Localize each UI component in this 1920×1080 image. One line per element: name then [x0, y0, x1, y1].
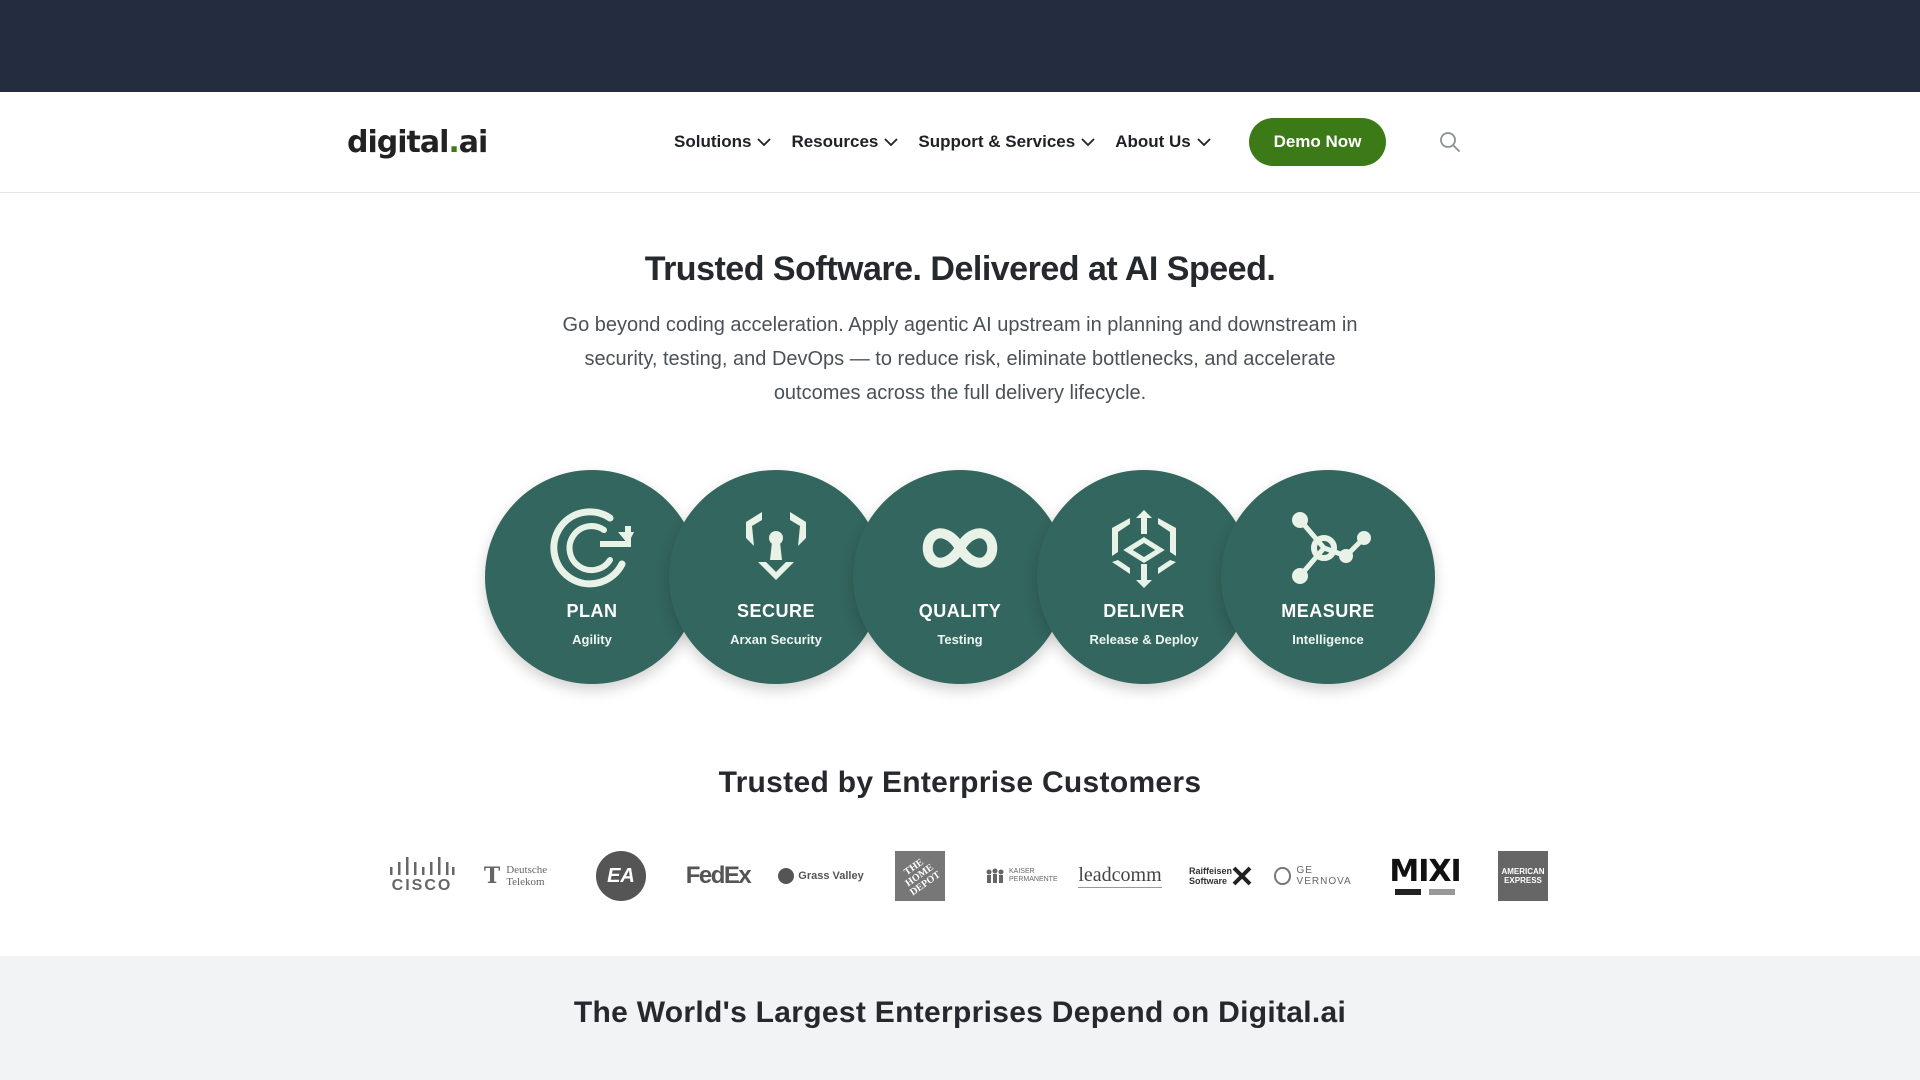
pillar-measure[interactable]: MEASURE Intelligence — [1221, 470, 1435, 684]
top-banner — [0, 0, 1920, 92]
chevron-down-icon — [757, 137, 772, 146]
kaiser-people-icon — [986, 868, 1004, 883]
nav-item-resources[interactable]: Resources — [791, 132, 899, 152]
fedex-logo: FedEx — [682, 846, 754, 906]
ge-vernova-logo: GE VERNOVA — [1274, 846, 1364, 906]
mixi-wordmark: MIXI — [1389, 854, 1461, 889]
nav-item-support-services[interactable]: Support & Services — [918, 132, 1095, 152]
mixi-logo: MIXI — [1382, 846, 1468, 906]
raiffeisen-logo: Raiffeisen Software — [1186, 846, 1256, 906]
grass-valley-logo: Grass Valley — [778, 846, 864, 906]
pillar-subtitle: Arxan Security — [730, 632, 822, 647]
grass-valley-wordmark: Grass Valley — [798, 870, 864, 882]
quality-icon — [922, 528, 998, 568]
nav-item-about-us[interactable]: About Us — [1115, 132, 1211, 152]
kaiser-permanente-logo: KAISER PERMANENTE — [984, 846, 1058, 906]
plan-icon — [550, 508, 634, 588]
pillar-title: MEASURE — [1281, 601, 1375, 621]
home-depot-badge: THE HOME DEPOT — [895, 851, 945, 901]
hero-subtitle: Go beyond coding acceleration. Apply age… — [562, 314, 1358, 404]
customers-title: Trusted by Enterprise Customers — [718, 766, 1202, 799]
logo-text-dot: . — [448, 125, 459, 160]
measure-icon — [1292, 512, 1371, 584]
american-express-logo: AMERICAN EXPRESS — [1496, 846, 1550, 906]
nav-item-label: About Us — [1115, 132, 1191, 151]
leadcomm-wordmark: leadcomm — [1078, 864, 1162, 888]
customer-logos: CISCO T Deutsche Telekom EA FedEx Grass … — [382, 846, 1550, 906]
pillar-title: QUALITY — [918, 601, 1002, 621]
cisco-logo: CISCO — [382, 846, 462, 906]
pillar-deliver[interactable]: DELIVER Release & Deploy — [1037, 470, 1251, 684]
pillar-plan[interactable]: PLAN Agility — [485, 470, 699, 684]
deliver-icon — [1112, 510, 1176, 588]
chevron-down-icon — [1197, 137, 1211, 146]
pillar-title: SECURE — [736, 601, 815, 621]
mixi-bars — [1395, 889, 1455, 895]
pillar-circles: PLAN Agility SECURE Arxan Security QUALI… — [485, 470, 1435, 684]
ea-badge: EA — [596, 851, 646, 901]
cisco-wordmark: CISCO — [391, 877, 453, 894]
amex-badge: AMERICAN EXPRESS — [1498, 851, 1548, 901]
ge-vernova-wordmark: GE VERNOVA — [1296, 865, 1352, 887]
demo-now-button[interactable]: Demo Now — [1249, 118, 1386, 166]
raiffeisen-wordmark: Raiffeisen Software — [1189, 866, 1233, 886]
pillar-title: PLAN — [566, 601, 618, 621]
telekom-wordmark: Deutsche Telekom — [506, 864, 548, 888]
enterprises-title: The World's Largest Enterprises Depend o… — [573, 996, 1347, 1029]
logo-text-ai: ai — [458, 125, 489, 160]
pillar-secure[interactable]: SECURE Arxan Security — [669, 470, 883, 684]
logo-text-main: digital — [347, 125, 449, 160]
leadcomm-logo: leadcomm — [1078, 846, 1162, 906]
home-depot-logo: THE HOME DEPOT — [894, 846, 946, 906]
fedex-wordmark: FedEx — [685, 862, 752, 889]
secure-icon — [746, 512, 806, 580]
pillar-quality[interactable]: QUALITY Testing — [853, 470, 1067, 684]
main-nav: Solutions Resources Support & Services A… — [674, 128, 1231, 156]
pillar-title: DELIVER — [1103, 601, 1185, 621]
pillar-subtitle: Agility — [572, 632, 612, 647]
kaiser-wordmark: KAISER PERMANENTE — [1009, 868, 1058, 883]
deutsche-telekom-logo: T Deutsche Telekom — [482, 846, 556, 906]
chevron-down-icon — [1081, 137, 1095, 146]
cisco-bars-icon — [390, 857, 455, 875]
pillar-subtitle: Intelligence — [1292, 632, 1364, 647]
raiffeisen-cross-icon — [1232, 866, 1252, 886]
chevron-down-icon — [884, 137, 899, 146]
home-depot-text: THE HOME DEPOT — [902, 856, 943, 899]
ea-logo: EA — [594, 846, 648, 906]
pillar-subtitle: Release & Deploy — [1089, 632, 1199, 647]
nav-item-label: Resources — [791, 132, 879, 151]
digital-ai-logo[interactable]: digital. ai — [347, 120, 489, 160]
grass-valley-icon — [778, 868, 795, 884]
nav-item-label: Solutions — [674, 132, 752, 151]
nav-item-label: Support & Services — [918, 132, 1076, 151]
pillar-subtitle: Testing — [937, 632, 983, 647]
hero-title: Trusted Software. Delivered at AI Speed. — [644, 250, 1276, 288]
ge-monogram-icon — [1274, 867, 1291, 885]
search-icon[interactable] — [1438, 130, 1462, 154]
nav-item-solutions[interactable]: Solutions — [674, 132, 772, 152]
